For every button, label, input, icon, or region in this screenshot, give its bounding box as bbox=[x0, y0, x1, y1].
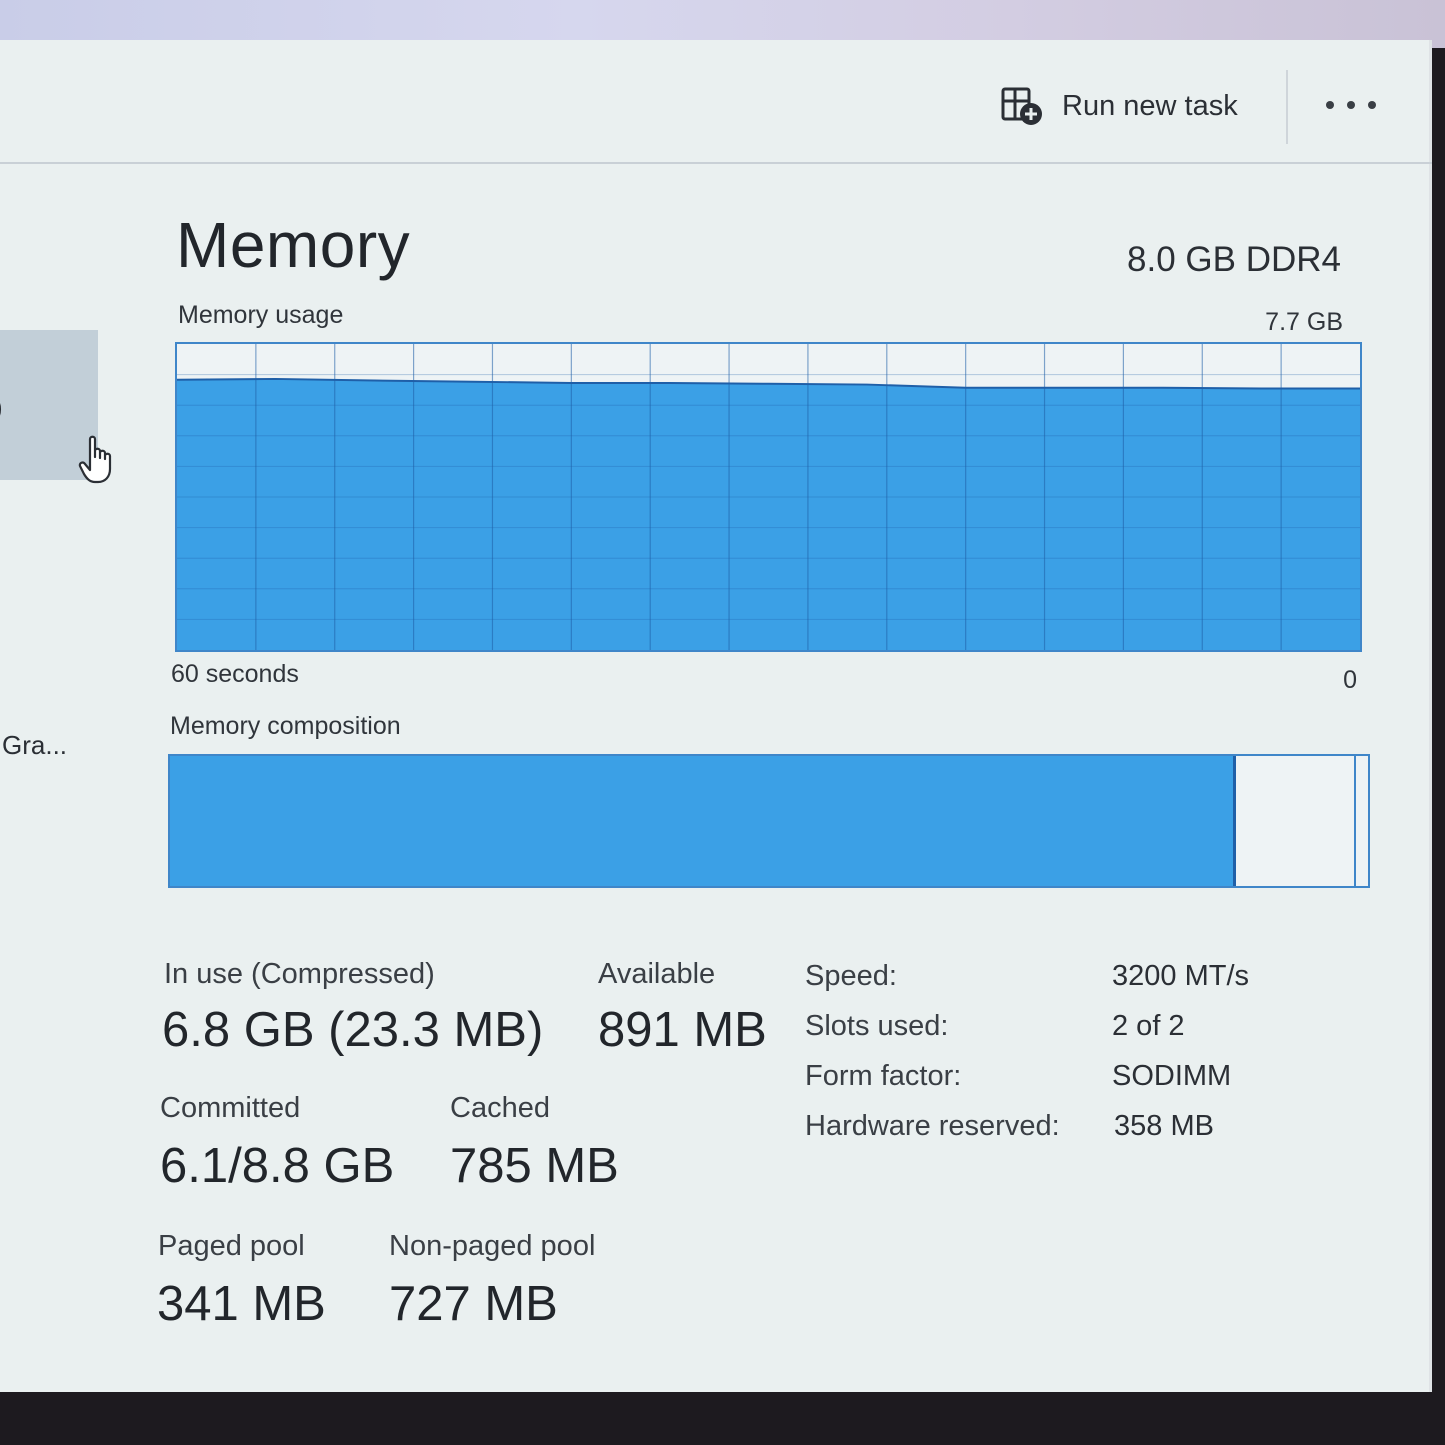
more-dot-icon bbox=[1347, 101, 1355, 109]
available-value: 891 MB bbox=[598, 1003, 767, 1057]
slots-used-value: 2 of 2 bbox=[1112, 1010, 1185, 1042]
cached-value: 785 MB bbox=[450, 1139, 619, 1193]
paged-pool-value: 341 MB bbox=[157, 1277, 326, 1331]
sidebar-item-gpu[interactable]: Gra... bbox=[2, 730, 67, 761]
command-bar: Run new task bbox=[0, 40, 1432, 164]
hardware-reserved-value: 358 MB bbox=[1114, 1110, 1214, 1142]
memory-usage-chart bbox=[175, 342, 1362, 652]
page-title: Memory bbox=[176, 209, 411, 281]
memory-usage-max-label: 7.7 GB bbox=[1265, 308, 1343, 336]
hand-cursor-icon bbox=[78, 435, 112, 484]
memory-usage-label: Memory usage bbox=[178, 301, 344, 329]
cached-label: Cached bbox=[450, 1092, 550, 1124]
speed-key: Speed: bbox=[805, 960, 897, 992]
in-use-value: 6.8 GB (23.3 MB) bbox=[162, 1003, 544, 1057]
in-use-label: In use (Compressed) bbox=[164, 958, 435, 990]
sidebar-item-partial-text: ) bbox=[0, 392, 3, 423]
memory-composition-label: Memory composition bbox=[170, 712, 401, 740]
memory-usage-min-label: 0 bbox=[1343, 666, 1357, 694]
task-manager-window: Run new task ) Gra... Memory 8.0 GB DDR4… bbox=[0, 40, 1432, 1392]
committed-value: 6.1/8.8 GB bbox=[160, 1139, 395, 1193]
run-new-task-label: Run new task bbox=[1062, 89, 1238, 122]
hardware-reserved-key: Hardware reserved: bbox=[805, 1110, 1060, 1142]
available-label: Available bbox=[598, 958, 716, 990]
memory-usage-area bbox=[177, 378, 1360, 650]
form-factor-key: Form factor: bbox=[805, 1060, 962, 1092]
run-task-icon bbox=[1001, 87, 1042, 125]
speed-value: 3200 MT/s bbox=[1112, 960, 1249, 992]
memory-composition-bar bbox=[168, 754, 1370, 888]
non-paged-pool-label: Non-paged pool bbox=[389, 1230, 596, 1262]
more-dot-icon bbox=[1368, 101, 1376, 109]
memory-spec: 8.0 GB DDR4 bbox=[1127, 240, 1341, 279]
command-bar-separator bbox=[1286, 70, 1288, 144]
committed-label: Committed bbox=[160, 1092, 301, 1124]
run-new-task-button[interactable]: Run new task bbox=[1000, 84, 1238, 128]
form-factor-value: SODIMM bbox=[1112, 1060, 1232, 1092]
slots-used-key: Slots used: bbox=[805, 1010, 949, 1042]
more-dot-icon bbox=[1326, 101, 1334, 109]
memory-usage-time-label: 60 seconds bbox=[171, 660, 299, 688]
composition-in-use-segment bbox=[170, 756, 1237, 886]
non-paged-pool-value: 727 MB bbox=[389, 1277, 558, 1331]
more-options-button[interactable] bbox=[1322, 90, 1380, 120]
memory-usage-svg bbox=[177, 344, 1360, 650]
composition-standby-segment bbox=[1236, 756, 1357, 886]
paged-pool-label: Paged pool bbox=[158, 1230, 305, 1262]
